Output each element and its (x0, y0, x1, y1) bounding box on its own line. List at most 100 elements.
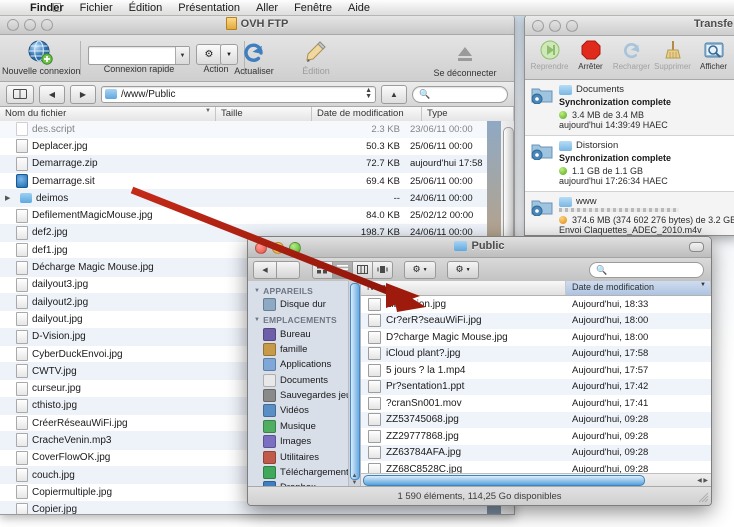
sidebar-item-musique[interactable]: Musique (248, 419, 360, 434)
transfer-traffic-lights[interactable] (532, 20, 578, 32)
transfer-titlebar[interactable]: Transfe (525, 15, 734, 36)
finder-sidebar-content[interactable]: ▼ APPAREILS Disque dur ▼ EMPLACEMENTS Bureau f… (248, 283, 360, 487)
sidebar-item-applications[interactable]: Applications (248, 357, 360, 372)
table-row[interactable]: D?charge Magic Mouse.jpg Aujourd'hui, 18:… (361, 329, 711, 346)
forward-button[interactable]: ▶ (70, 84, 96, 104)
path-input[interactable]: /www/Public ▲ ▼ (101, 85, 376, 103)
finder-sidebar[interactable]: ▼ APPAREILS Disque dur ▼ EMPLACEMENTS Bureau f… (248, 281, 361, 487)
transfer-item[interactable]: www 374.6 MB (374 602 276 bytes) de 3.2 G… (525, 192, 734, 235)
table-row[interactable]: Pr?sentation1.ppt Aujourd'hui, 17:42 (361, 378, 711, 395)
table-row[interactable]: Demarrage.sit69.4 KB25/06/11 00:00StuffI… (0, 173, 514, 191)
table-row[interactable]: Deplacer.jpg50.3 KB25/06/11 00:00Aperçu … (0, 138, 514, 156)
transfer-toolbar[interactable]: Reprendre Arrêter Recharger Supprimer Af… (525, 36, 734, 80)
sidebar-item-documents[interactable]: Documents (248, 373, 360, 388)
menu-item-fenetre[interactable]: Fenêtre (286, 0, 340, 16)
table-row[interactable]: Cr?erR?seauWiFi.jpg Aujourd'hui, 18:00 (361, 312, 711, 329)
sidebar-item-sauvegardes-jeux[interactable]: Sauvegardes jeux (248, 388, 360, 403)
menu-item-fichier[interactable]: Fichier (72, 0, 121, 16)
table-row[interactable]: des.script2.3 KB23/06/11 00:00Script (0, 121, 514, 139)
chevron-down-icon[interactable]: ▼ (254, 317, 260, 323)
menu-item-aide[interactable]: Aide (340, 0, 378, 16)
finder-file-pane[interactable]: Nom Date de modification ▼ Lib?ration.jp… (361, 281, 711, 487)
table-row[interactable]: ZZ63784AFA.jpg Aujourd'hui, 09:28 (361, 444, 711, 461)
sidebar-item-images[interactable]: Images (248, 434, 360, 449)
quick-connect-dropdown-icon[interactable]: ▼ (175, 47, 189, 64)
sidebar-scroll-thumb[interactable] (350, 283, 360, 480)
finder-titlebar[interactable]: Public (248, 237, 711, 258)
finder-horizontal-scrollbar[interactable]: ◀ ▶ (361, 473, 711, 487)
hscroll-arrows[interactable]: ◀ ▶ (697, 477, 708, 484)
table-row[interactable]: Demarrage.zip72.7 KBaujourd'hui 17:58Arc… (0, 155, 514, 173)
transfer-item[interactable]: Distorsion Synchronization complete 1.1 GB… (525, 136, 734, 192)
menu-item-edition[interactable]: Édition (121, 0, 171, 16)
transfer-item[interactable]: Documents Synchronization complete 3.4 MB … (525, 80, 734, 136)
ftp-search-input[interactable]: 🔍 (412, 85, 508, 103)
menu-item-aller[interactable]: Aller (248, 0, 286, 16)
list-view-button[interactable] (333, 260, 353, 279)
finder-file-list[interactable]: Lib?ration.jpg Aujourd'hui, 18:33 Cr?erR?s… (361, 296, 711, 487)
menu-item-presentation[interactable]: Présentation (170, 0, 248, 16)
table-row[interactable]: Lib?ration.jpg Aujourd'hui, 18:33 (361, 296, 711, 313)
column-header-name[interactable]: Nom du fichier ▼ (0, 107, 216, 122)
finder-column-header[interactable]: Nom Date de modification ▼ (361, 281, 711, 296)
coverflow-view-button[interactable] (373, 260, 393, 279)
ftp-titlebar[interactable]: OVH FTP (0, 14, 514, 35)
path-stepper-icon[interactable]: ▲ ▼ (365, 87, 372, 100)
finder-forward-button[interactable] (277, 260, 300, 279)
apple-logo-icon[interactable]:  (52, 1, 62, 15)
finder-column-header-name[interactable]: Nom (361, 281, 566, 295)
transfer-item-list[interactable]: Documents Synchronization complete 3.4 MB … (525, 80, 734, 235)
edit-button[interactable]: Édition (278, 39, 354, 76)
column-header-size[interactable]: Taille (216, 107, 312, 122)
back-button[interactable]: ◀ (39, 84, 65, 104)
finder-window[interactable]: Public ◀ ⚙ ▼ ⚙ ▼ 🔍 ▼ APPAREILS Disque du… (247, 236, 712, 506)
finder-search-input[interactable]: 🔍 (589, 262, 704, 278)
finder-hscroll-thumb[interactable] (363, 475, 645, 486)
new-connection-button[interactable]: Nouvelle connexion (2, 39, 81, 76)
table-row[interactable]: ▶deimos--24/06/11 00:00Dossier (0, 190, 514, 208)
bookmarks-button[interactable] (6, 84, 34, 104)
transfer-close-button[interactable] (532, 20, 544, 32)
column-header-date[interactable]: Date de modification (312, 107, 422, 122)
menu-item-finder[interactable]: Finder (22, 0, 72, 16)
transfer-minimize-button[interactable] (549, 20, 561, 32)
finder-arrange-button[interactable]: ⚙ ▼ (447, 260, 479, 279)
parent-folder-button[interactable]: ▲ (381, 84, 407, 104)
reveal-button[interactable]: Afficher (693, 38, 734, 71)
table-row[interactable]: iCloud plant?.jpg Aujourd'hui, 17:58 (361, 345, 711, 362)
ftp-toolbar[interactable]: Nouvelle connexion ▼ Connexion rapide ⚙ … (0, 35, 514, 82)
table-row[interactable]: ?cranSn001.mov Aujourd'hui, 17:41 (361, 395, 711, 412)
chevron-down-icon[interactable]: ▼ (254, 288, 260, 294)
sidebar-item-utilitaires[interactable]: Utilitaires (248, 449, 360, 464)
transfer-zoom-button[interactable] (566, 20, 578, 32)
sidebar-item-bureau[interactable]: Bureau (248, 326, 360, 341)
disclosure-triangle-icon[interactable]: ▶ (5, 194, 13, 202)
resize-grip-icon[interactable] (698, 492, 709, 503)
transfer-window[interactable]: Transfe Reprendre Arrêter Recharger Supp… (524, 14, 734, 236)
finder-toolbar[interactable]: ◀ ⚙ ▼ ⚙ ▼ 🔍 (248, 258, 711, 282)
stop-button[interactable]: Arrêter (570, 38, 611, 71)
sidebar-item-famille[interactable]: famille (248, 342, 360, 357)
icon-view-button[interactable] (312, 260, 333, 279)
finder-back-button[interactable]: ◀ (253, 260, 277, 279)
table-row[interactable]: 5 jours ? la 1.mp4 Aujourd'hui, 17:57 (361, 362, 711, 379)
sidebar-item-t-l-chargements[interactable]: Téléchargements (248, 465, 360, 480)
table-row[interactable]: ZZ29777868.jpg Aujourd'hui, 09:28 (361, 428, 711, 445)
toolbar-toggle-button[interactable] (689, 242, 704, 252)
sidebar-scrollbar[interactable]: ▲ ▼ (348, 281, 360, 487)
finder-nav-group[interactable]: ◀ (253, 260, 300, 279)
column-header-type[interactable]: Type (422, 107, 514, 122)
sidebar-scroll-arrows[interactable]: ▲ ▼ (350, 473, 359, 487)
resume-button[interactable]: Reprendre (529, 38, 570, 71)
column-view-button[interactable] (353, 260, 373, 279)
finder-view-group[interactable] (312, 260, 393, 279)
ftp-path-bar[interactable]: ◀ ▶ /www/Public ▲ ▼ ▲ 🔍 (0, 82, 514, 107)
disconnect-button[interactable]: Se déconnecter (420, 41, 510, 78)
sidebar-item-disque-dur[interactable]: Disque dur (248, 297, 360, 312)
sidebar-group-appareils[interactable]: ▼ APPAREILS (248, 283, 360, 297)
sidebar-item-vid-os[interactable]: Vidéos (248, 403, 360, 418)
finder-column-header-date[interactable]: Date de modification ▼ (566, 281, 711, 295)
sidebar-group-emplacements[interactable]: ▼ EMPLACEMENTS (248, 312, 360, 326)
table-row[interactable]: ZZ53745068.jpg Aujourd'hui, 09:28 (361, 411, 711, 428)
table-row[interactable]: DefilementMagicMouse.jpg 84.0 KB 25/02/12 … (0, 207, 514, 225)
